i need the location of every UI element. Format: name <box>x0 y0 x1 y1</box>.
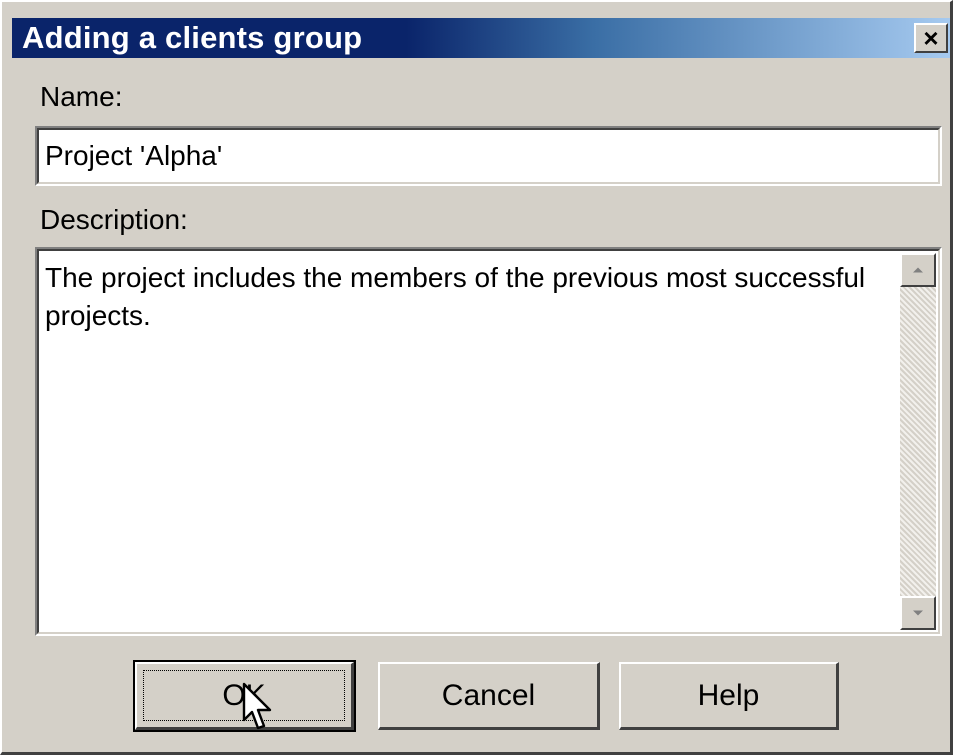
description-value: The project includes the members of the … <box>45 262 866 331</box>
add-clients-group-dialog: Adding a clients group × Name: Project '… <box>0 0 953 755</box>
close-icon: × <box>923 23 939 53</box>
description-textarea[interactable]: The project includes the members of the … <box>35 247 942 636</box>
description-label: Description: <box>40 204 188 235</box>
close-button[interactable]: × <box>914 23 948 53</box>
scroll-up-button[interactable] <box>900 253 936 287</box>
cancel-button[interactable]: Cancel <box>378 662 600 730</box>
name-field[interactable]: Project 'Alpha' <box>35 126 942 186</box>
scroll-down-button[interactable] <box>900 596 936 630</box>
dialog-title-bar[interactable]: Adding a clients group × <box>12 18 950 58</box>
help-button[interactable]: Help <box>619 662 839 730</box>
mouse-pointer-icon <box>242 682 272 730</box>
name-field-value: Project 'Alpha' <box>45 140 223 171</box>
cancel-button-label: Cancel <box>441 678 536 712</box>
dialog-title: Adding a clients group <box>22 20 363 55</box>
scroll-down-arrow-icon <box>913 610 923 616</box>
help-button-label: Help <box>697 678 760 712</box>
description-scrollbar[interactable] <box>900 253 936 630</box>
scroll-up-arrow-icon <box>913 267 923 273</box>
name-label: Name: <box>40 81 123 112</box>
